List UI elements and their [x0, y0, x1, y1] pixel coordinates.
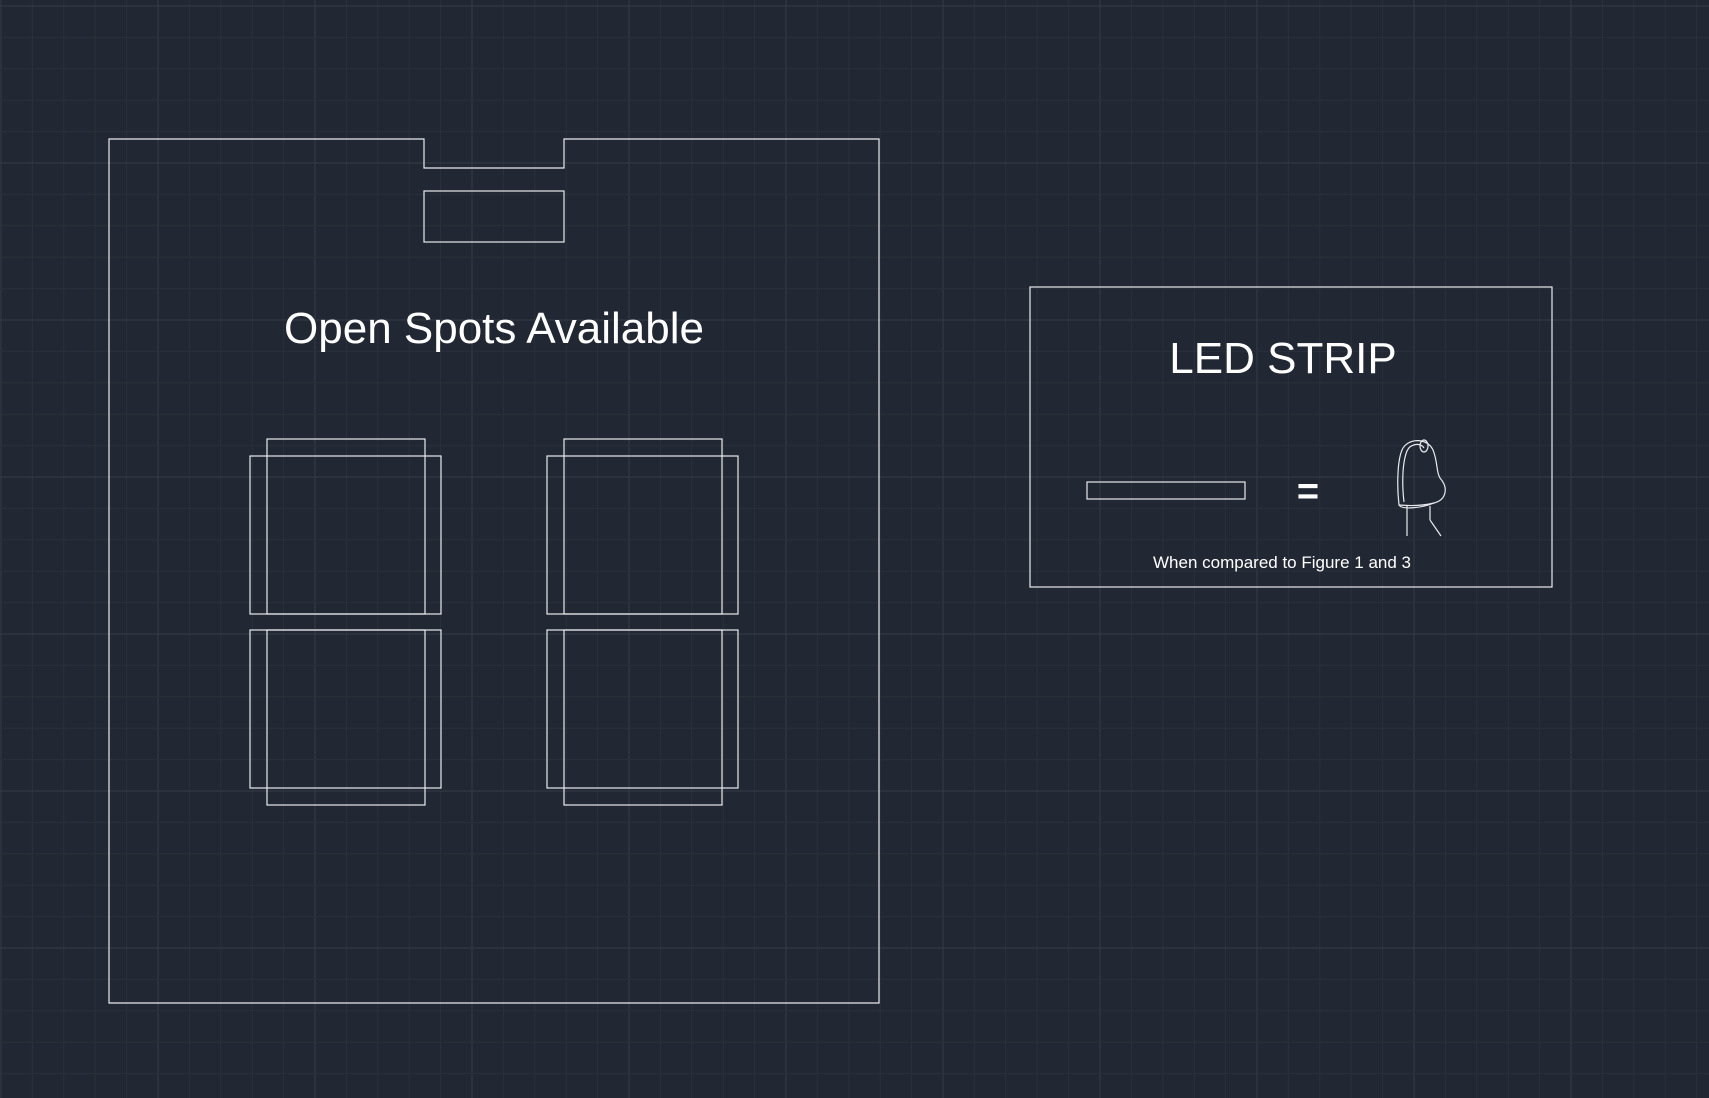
digit-left-bottom-outer[interactable] — [249, 629, 442, 789]
sign-panel-title: Open Spots Available — [284, 304, 704, 353]
digit-right-bottom-inner[interactable] — [563, 629, 723, 806]
digit-display-left[interactable] — [249, 438, 442, 806]
led-bulb-icon — [1397, 439, 1446, 537]
digit-right-top-inner[interactable] — [563, 438, 723, 615]
drawing-grid — [0, 0, 1709, 1098]
led-legend-frame[interactable] — [1029, 286, 1553, 588]
digit-left-top-outer[interactable] — [249, 455, 442, 615]
sign-slot-rectangle[interactable] — [423, 190, 565, 243]
digit-right-top-outer[interactable] — [546, 455, 739, 615]
led-legend-title: LED STRIP — [1169, 334, 1396, 383]
cad-drawing-canvas[interactable]: Open Spots Available LED STRIP = When co… — [0, 0, 1709, 1098]
digit-right-bottom-outer[interactable] — [546, 629, 739, 789]
led-strip-symbol[interactable] — [1086, 481, 1246, 500]
digit-display-right[interactable] — [546, 438, 739, 806]
led-legend-caption: When compared to Figure 1 and 3 — [1153, 553, 1411, 572]
equals-sign: = — [1297, 471, 1319, 513]
led-legend-box[interactable]: LED STRIP = When compared to Figure 1 an… — [1029, 286, 1553, 588]
